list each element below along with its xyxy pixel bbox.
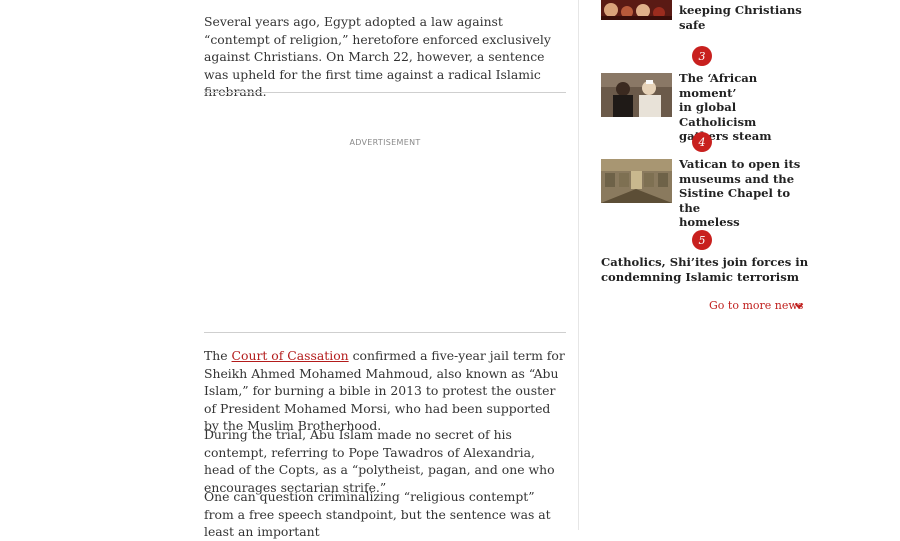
rank-badge-3: 3: [692, 46, 712, 66]
article-paragraph: Several years ago, Egypt adopted a law a…: [204, 14, 551, 100]
article-paragraph: The Court of Cassation confirmed a five-…: [204, 347, 566, 435]
rank-badge-4: 4: [692, 132, 712, 152]
ad-bottom-divider: [204, 332, 566, 333]
news-thumbnail-african-moment[interactable]: [601, 73, 672, 117]
news-title-christians-safe[interactable]: keeping Christians safe: [679, 3, 802, 32]
more-news-link[interactable]: Go to more news: [709, 299, 803, 312]
ad-top-divider: [204, 92, 566, 93]
news-title-sistine-chapel[interactable]: Vatican to open its museums and the Sist…: [679, 157, 811, 230]
chevron-down-icon[interactable]: [794, 302, 804, 310]
news-thumbnail-crowd[interactable]: [601, 0, 672, 20]
paragraph-text: The: [204, 348, 232, 363]
court-of-cassation-link[interactable]: Court of Cassation: [232, 348, 349, 363]
news-thumbnail-sistine-chapel[interactable]: [601, 159, 672, 203]
article-paragraph: One can question criminalizing “religiou…: [204, 489, 551, 540]
advertisement-label: ADVERTISEMENT: [349, 138, 421, 147]
article-paragraph: During the trial, Abu Islam made no secr…: [204, 427, 555, 495]
column-divider: [578, 0, 579, 530]
rank-badge-5: 5: [692, 230, 712, 250]
news-title-catholics-shiites[interactable]: Catholics, Shi’ites join forces in conde…: [601, 255, 808, 284]
